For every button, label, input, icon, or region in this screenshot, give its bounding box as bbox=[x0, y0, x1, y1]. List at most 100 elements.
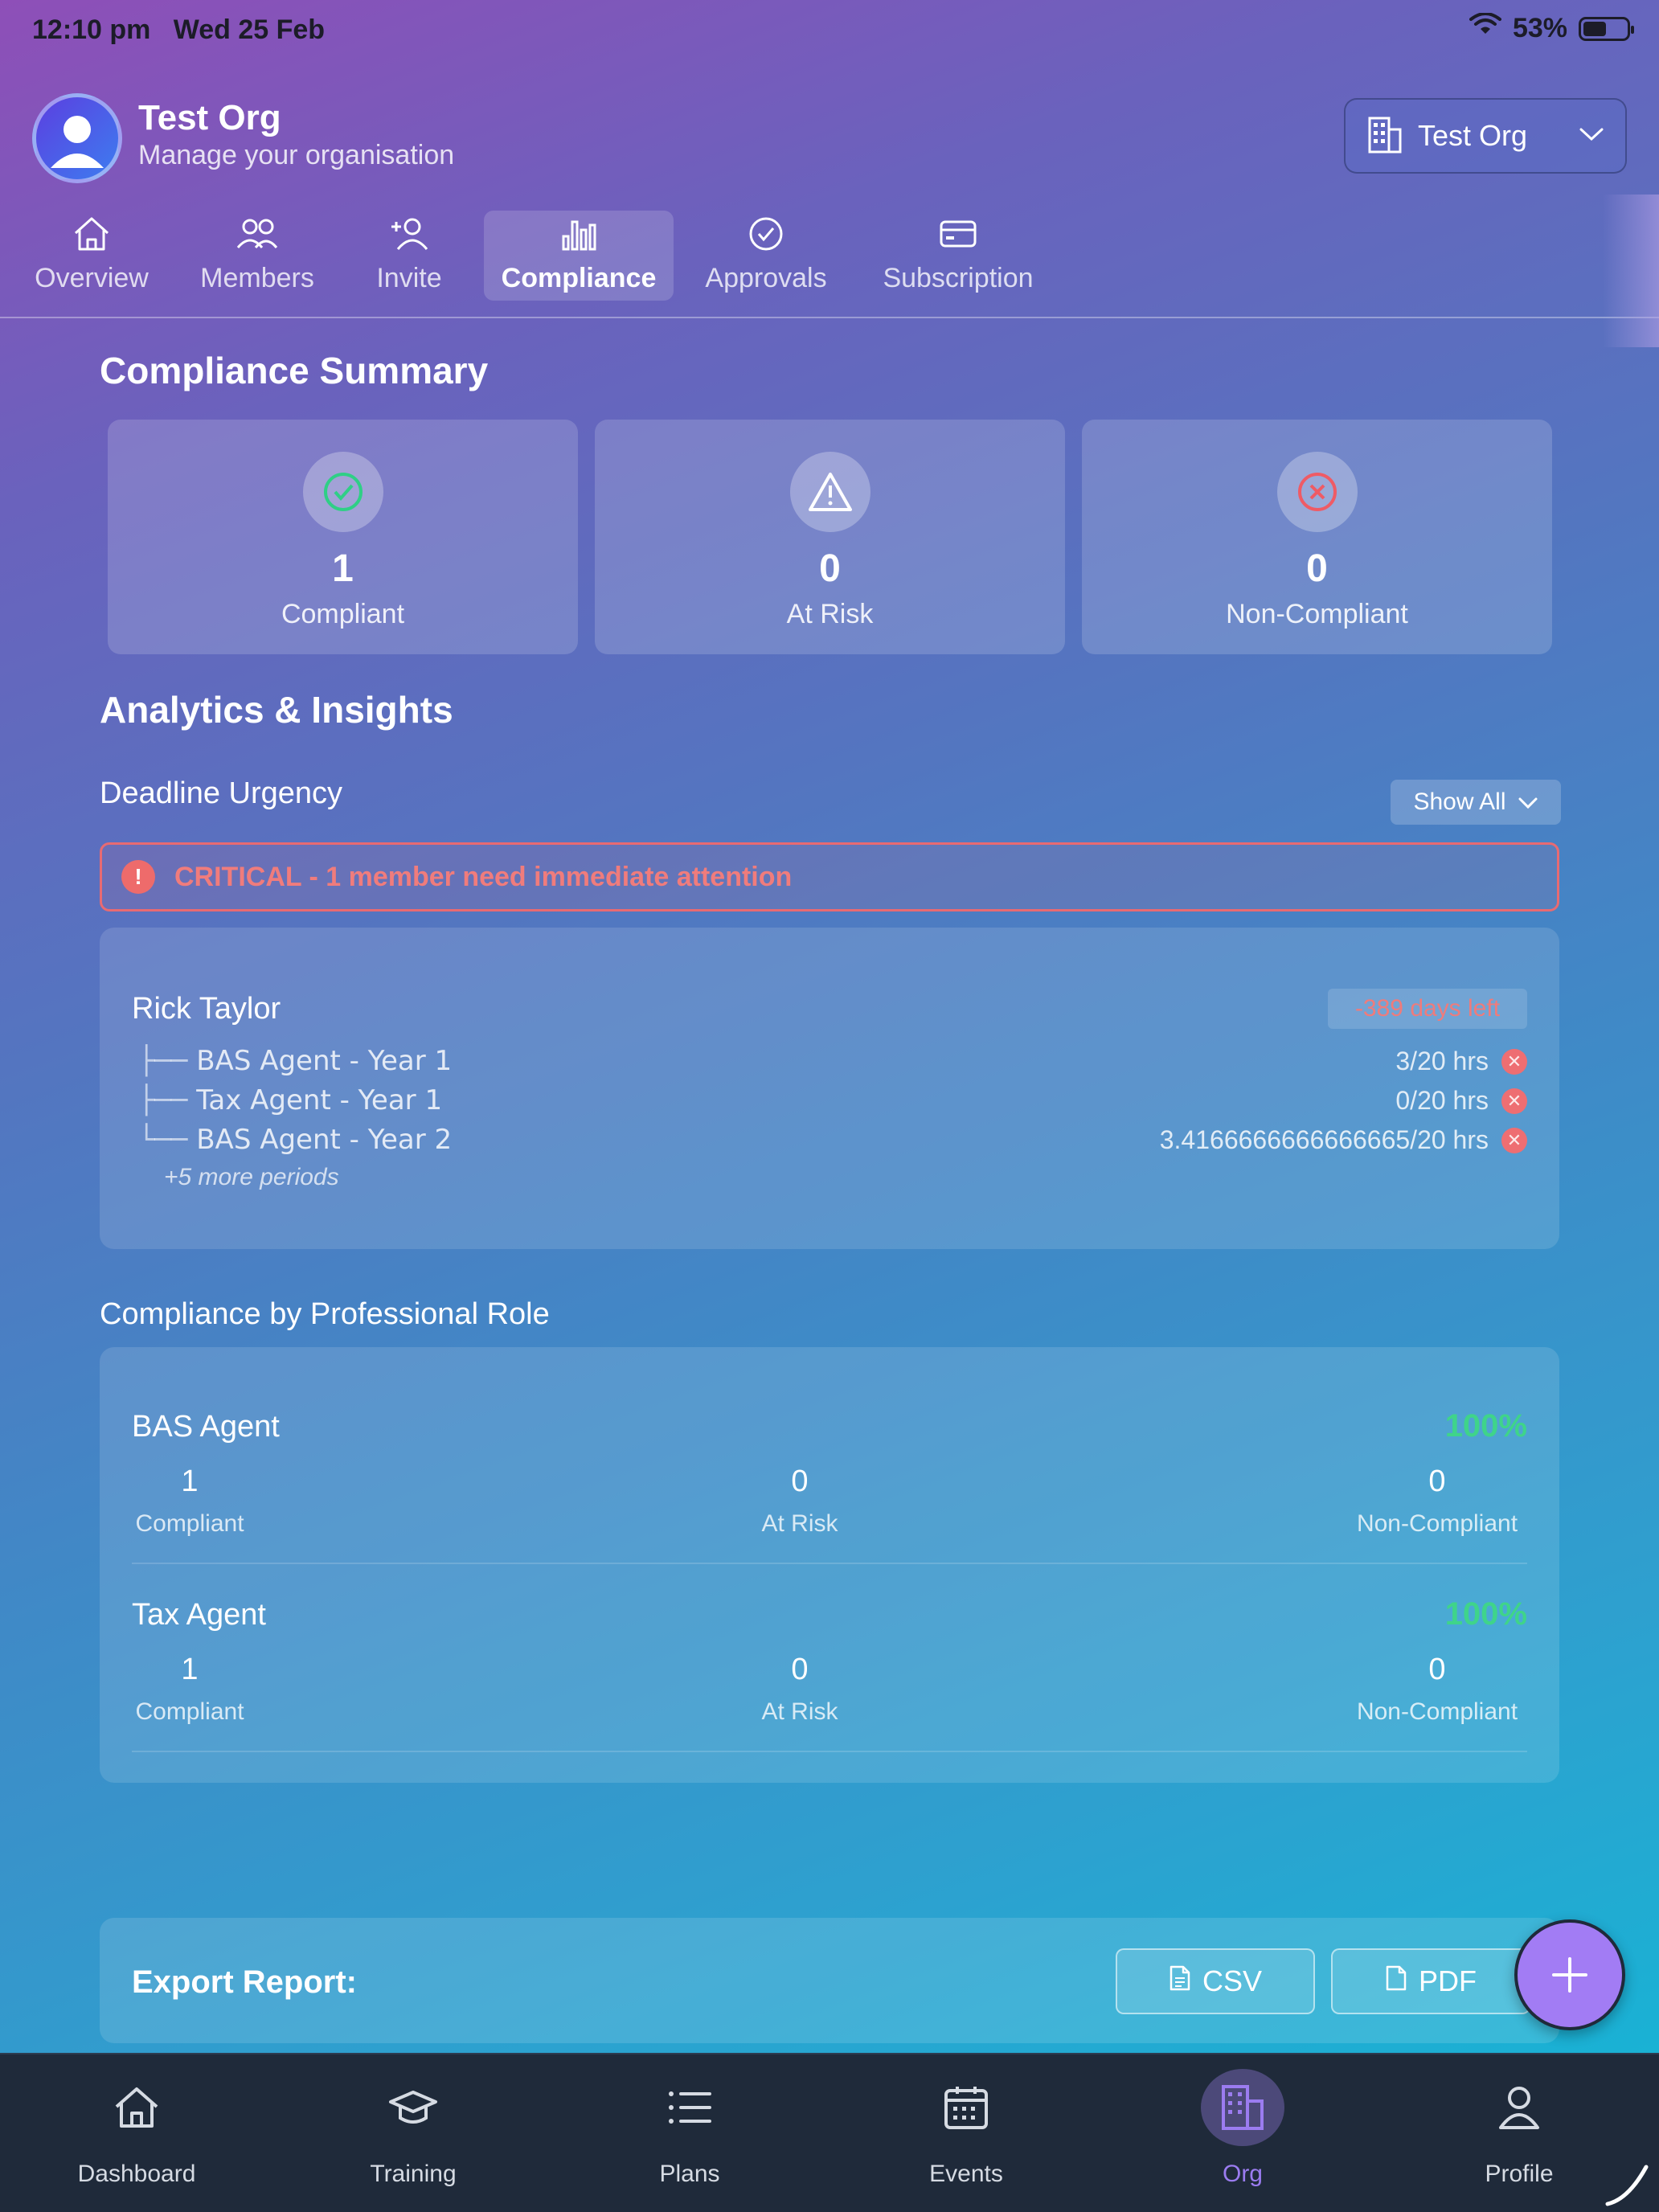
csv-label: CSV bbox=[1202, 1964, 1263, 1997]
nav-label: Dashboard bbox=[77, 2161, 196, 2187]
show-all-filter-button[interactable]: Show All bbox=[1391, 780, 1561, 825]
tab-label: Overview bbox=[35, 263, 149, 293]
summary-value: 1 bbox=[332, 547, 354, 590]
tab-overview[interactable]: Overview bbox=[24, 211, 159, 301]
stat-value: 0 bbox=[1428, 1653, 1446, 1686]
tab-label: Subscription bbox=[883, 263, 1034, 293]
summary-label: Compliant bbox=[281, 599, 405, 629]
battery-icon bbox=[1579, 16, 1634, 41]
tree-connector: ├── bbox=[138, 1045, 188, 1077]
tree-connector: └── bbox=[138, 1124, 188, 1156]
home-icon bbox=[74, 217, 109, 251]
bottom-navigation bbox=[0, 2053, 1659, 2212]
period-name: BAS Agent - Year 2 bbox=[196, 1124, 453, 1156]
tab-label: Members bbox=[200, 263, 314, 293]
tab-compliance[interactable]: Compliance bbox=[484, 211, 674, 301]
tab-subscription[interactable]: Subscription bbox=[871, 211, 1045, 301]
chevron-down-icon bbox=[1579, 126, 1604, 146]
nav-events[interactable]: Events bbox=[886, 2069, 1047, 2188]
period-hours-value: 0/20 hrs bbox=[1395, 1086, 1489, 1115]
export-pdf-button[interactable]: PDF bbox=[1331, 1948, 1530, 2014]
summary-label: At Risk bbox=[786, 599, 874, 629]
period-hours-value: 3.4166666666666665/20 hrs bbox=[1159, 1125, 1489, 1154]
role-name: Tax Agent bbox=[132, 1598, 266, 1632]
user-icon bbox=[1477, 2069, 1561, 2146]
role-stat-at-risk: 0 At Risk bbox=[715, 1464, 884, 1538]
role-percent: 100% bbox=[1444, 1408, 1527, 1444]
role-divider bbox=[132, 1563, 1527, 1564]
warning-icon bbox=[789, 452, 870, 532]
add-user-icon bbox=[391, 218, 428, 250]
period-hours: 3/20 hrs ✕ bbox=[1395, 1047, 1527, 1076]
tab-members[interactable]: Members bbox=[188, 211, 326, 301]
show-all-label: Show All bbox=[1413, 789, 1506, 815]
calendar-icon bbox=[924, 2069, 1008, 2146]
critical-alert-text: CRITICAL - 1 member need immediate atten… bbox=[174, 861, 793, 892]
stat-value: 0 bbox=[1428, 1464, 1446, 1498]
stat-value: 1 bbox=[181, 1653, 199, 1686]
incomplete-x-icon: ✕ bbox=[1501, 1127, 1527, 1153]
summary-card-compliant: 1 Compliant bbox=[108, 420, 578, 654]
tab-approvals[interactable]: Approvals bbox=[698, 211, 834, 301]
tab-scroll-hint bbox=[1603, 195, 1659, 347]
period-hours-value: 3/20 hrs bbox=[1395, 1047, 1489, 1075]
stat-label: Compliant bbox=[135, 1510, 244, 1537]
tab-label: Invite bbox=[376, 263, 442, 293]
period-hours: 3.4166666666666665/20 hrs ✕ bbox=[1160, 1125, 1527, 1155]
graduation-cap-icon bbox=[371, 2069, 455, 2146]
page-subtitle: Manage your organisation bbox=[138, 140, 455, 170]
file-icon bbox=[1385, 1964, 1407, 1999]
tab-divider bbox=[0, 317, 1659, 318]
status-date: Wed 25 Feb bbox=[173, 14, 326, 45]
role-stat-non-compliant: 0 Non-Compliant bbox=[1347, 1653, 1527, 1726]
nav-org[interactable]: Org bbox=[1162, 2069, 1323, 2188]
tab-label: Compliance bbox=[501, 263, 657, 293]
home-icon bbox=[95, 2069, 178, 2146]
period-item: ├── Tax Agent - Year 1 bbox=[138, 1084, 442, 1116]
nav-training[interactable]: Training bbox=[333, 2069, 494, 2188]
section-title-compliance-by-role: Compliance by Professional Role bbox=[100, 1297, 550, 1331]
nav-label: Plans bbox=[659, 2161, 720, 2187]
bar-chart-icon bbox=[562, 220, 596, 251]
nav-profile[interactable]: Profile bbox=[1439, 2069, 1600, 2188]
wifi-icon bbox=[1469, 12, 1501, 44]
stat-value: 0 bbox=[791, 1464, 809, 1498]
plus-icon bbox=[1552, 1957, 1587, 1993]
org-selector-label: Test Org bbox=[1418, 119, 1528, 152]
days-left-badge: -389 days left bbox=[1328, 989, 1527, 1029]
members-icon bbox=[236, 219, 278, 248]
nav-plans[interactable]: Plans bbox=[609, 2069, 770, 2188]
nav-label: Org bbox=[1222, 2161, 1263, 2187]
corner-gesture-indicator bbox=[1604, 2159, 1653, 2207]
add-floating-button[interactable] bbox=[1514, 1919, 1625, 2030]
org-selector-dropdown[interactable]: Test Org bbox=[1344, 98, 1627, 174]
period-item: └── BAS Agent - Year 2 bbox=[138, 1124, 452, 1156]
summary-card-at-risk: 0 At Risk bbox=[595, 420, 1065, 654]
file-icon bbox=[1169, 1964, 1191, 1999]
tab-invite[interactable]: Invite bbox=[365, 211, 453, 301]
battery-level bbox=[1583, 21, 1606, 36]
stat-label: Non-Compliant bbox=[1356, 1698, 1518, 1725]
role-stat-non-compliant: 0 Non-Compliant bbox=[1347, 1464, 1527, 1538]
export-csv-button[interactable]: CSV bbox=[1116, 1948, 1315, 2014]
nav-dashboard[interactable]: Dashboard bbox=[56, 2069, 217, 2188]
building-icon bbox=[1201, 2069, 1284, 2146]
tree-connector: ├── bbox=[138, 1084, 188, 1116]
nav-label: Events bbox=[929, 2161, 1003, 2187]
member-name: Rick Taylor bbox=[132, 992, 281, 1026]
building-icon bbox=[1366, 115, 1403, 158]
role-stat-compliant: 1 Compliant bbox=[132, 1464, 248, 1538]
stat-label: At Risk bbox=[761, 1698, 838, 1725]
role-percent: 100% bbox=[1444, 1596, 1527, 1632]
summary-value: 0 bbox=[819, 547, 841, 590]
status-bar-time: 12:10 pm Wed 25 Feb bbox=[32, 14, 325, 46]
stat-label: Non-Compliant bbox=[1356, 1510, 1518, 1537]
section-title-compliance-summary: Compliance Summary bbox=[100, 350, 489, 391]
summary-card-non-compliant: 0 Non-Compliant bbox=[1082, 420, 1552, 654]
page-title: Test Org bbox=[138, 98, 281, 137]
status-time: 12:10 pm bbox=[32, 14, 151, 45]
avatar[interactable] bbox=[32, 93, 122, 183]
section-title-deadline-urgency: Deadline Urgency bbox=[100, 776, 343, 810]
more-periods-link[interactable]: +5 more periods bbox=[164, 1164, 339, 1191]
summary-value: 0 bbox=[1306, 547, 1328, 590]
